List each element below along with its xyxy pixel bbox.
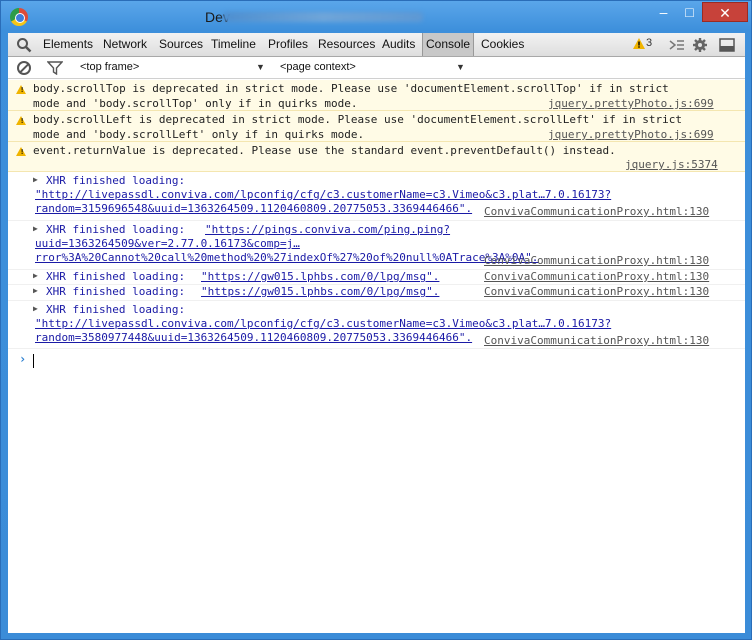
warning-icon	[16, 85, 26, 94]
xhr-label: XHR finished loading:	[46, 270, 192, 283]
tab-elements[interactable]: Elements	[42, 33, 94, 56]
source-link[interactable]: jquery.prettyPhoto.js:699	[548, 97, 714, 110]
chrome-icon	[10, 8, 28, 26]
console-warning: body.scrollLeft is deprecated in strict …	[8, 111, 745, 142]
console-xhr-message: ▶ XHR finished loading: "http://livepass…	[8, 301, 745, 349]
tab-network[interactable]: Network	[102, 33, 148, 56]
tab-profiles[interactable]: Profiles	[267, 33, 309, 56]
warning-icon	[16, 147, 26, 156]
console-xhr-message: ▶ XHR finished loading: "http://livepass…	[8, 172, 745, 221]
devtools-window: Dev – □ ✕ Elements Network Sources Timel…	[0, 0, 752, 640]
xhr-url[interactable]: "https://gw015.lphbs.com/0/lpg/msg".	[201, 270, 439, 283]
xhr-label: XHR finished loading:	[46, 174, 192, 187]
console-prompt[interactable]: ›	[8, 349, 745, 373]
xhr-url[interactable]: random=3159696548&uuid=1363264509.112046…	[35, 202, 472, 215]
xhr-label: XHR finished loading:	[46, 303, 192, 316]
message-text: mode and 'body.scrollLeft' only if in qu…	[33, 128, 365, 141]
maximize-button[interactable]: □	[677, 2, 702, 22]
blurred-title	[223, 12, 423, 22]
warning-icon	[16, 116, 26, 125]
console-warning: event.returnValue is deprecated. Please …	[8, 142, 745, 172]
context-selector[interactable]: <page context>	[280, 61, 356, 73]
xhr-url[interactable]: "https://pings.conviva.com/ping.ping?	[205, 223, 450, 236]
message-text: body.scrollTop is deprecated in strict m…	[33, 82, 669, 95]
tab-audits[interactable]: Audits	[381, 33, 416, 56]
tab-console[interactable]: Console	[422, 33, 475, 56]
prompt-chevron-icon: ›	[19, 352, 27, 366]
source-link[interactable]: ConvivaCommunicationProxy.html:130	[484, 270, 709, 283]
warning-count[interactable]: 3	[646, 37, 652, 49]
source-link[interactable]: ConvivaCommunicationProxy.html:130	[484, 205, 709, 218]
expand-triangle-icon[interactable]: ▶	[33, 175, 38, 184]
drawer-toggle-icon[interactable]	[668, 37, 686, 53]
console-xhr-message: ▶ XHR finished loading: "https://gw015.l…	[8, 270, 745, 285]
expand-triangle-icon[interactable]: ▶	[33, 224, 38, 233]
xhr-url[interactable]: "https://gw015.lphbs.com/0/lpg/msg".	[201, 285, 439, 298]
message-text: body.scrollLeft is deprecated in strict …	[33, 113, 683, 126]
source-link[interactable]: ConvivaCommunicationProxy.html:130	[484, 254, 709, 267]
xhr-url[interactable]: "http://livepassdl.conviva.com/lpconfig/…	[35, 188, 611, 201]
search-icon[interactable]	[16, 37, 32, 53]
devtools-panel: Elements Network Sources Timeline Profil…	[8, 33, 745, 633]
title-bar[interactable]: Dev – □ ✕	[1, 1, 751, 33]
xhr-url[interactable]: random=3580977448&uuid=1363264509.112046…	[35, 331, 472, 344]
expand-triangle-icon[interactable]: ▶	[33, 271, 38, 280]
source-link[interactable]: ConvivaCommunicationProxy.html:130	[484, 285, 709, 298]
console-xhr-message: ▶ XHR finished loading: "https://pings.c…	[8, 221, 745, 270]
source-link[interactable]: jquery.prettyPhoto.js:699	[548, 128, 714, 141]
tab-sources[interactable]: Sources	[158, 33, 204, 56]
console-log: body.scrollTop is deprecated in strict m…	[8, 80, 745, 373]
console-filter-bar: <top frame> ▼ <page context> ▼	[8, 57, 745, 79]
frame-dropdown-arrow-icon[interactable]: ▼	[256, 62, 265, 72]
console-xhr-message: ▶ XHR finished loading: "https://gw015.l…	[8, 285, 745, 301]
console-warning: body.scrollTop is deprecated in strict m…	[8, 80, 745, 111]
clear-console-icon[interactable]	[17, 61, 31, 75]
expand-triangle-icon[interactable]: ▶	[33, 304, 38, 313]
gear-icon[interactable]	[691, 37, 709, 53]
dock-icon[interactable]	[718, 37, 736, 53]
source-link[interactable]: ConvivaCommunicationProxy.html:130	[484, 334, 709, 347]
source-link[interactable]: jquery.js:5374	[625, 158, 718, 171]
xhr-label: XHR finished loading:	[46, 285, 192, 298]
xhr-label: XHR finished loading:	[46, 223, 192, 236]
expand-triangle-icon[interactable]: ▶	[33, 286, 38, 295]
minimize-button[interactable]: –	[651, 2, 676, 22]
console-input-caret[interactable]	[33, 354, 34, 368]
panel-tab-bar: Elements Network Sources Timeline Profil…	[8, 33, 745, 57]
message-text: mode and 'body.scrollTop' only if in qui…	[33, 97, 358, 110]
filter-icon[interactable]	[47, 61, 63, 75]
tab-resources[interactable]: Resources	[317, 33, 376, 56]
close-button[interactable]: ✕	[702, 2, 748, 22]
xhr-url[interactable]: uuid=1363264509&ver=2.77.0.16173&comp=j…	[35, 237, 300, 250]
xhr-url[interactable]: "http://livepassdl.conviva.com/lpconfig/…	[35, 317, 611, 330]
tab-cookies[interactable]: Cookies	[480, 33, 525, 56]
frame-selector[interactable]: <top frame>	[80, 61, 139, 73]
xhr-url[interactable]: rror%3A%20Cannot%20call%20method%20%27in…	[35, 251, 538, 264]
context-dropdown-arrow-icon[interactable]: ▼	[456, 62, 465, 72]
warning-icon	[633, 38, 645, 49]
tab-timeline[interactable]: Timeline	[210, 33, 257, 56]
message-text: event.returnValue is deprecated. Please …	[33, 144, 616, 157]
